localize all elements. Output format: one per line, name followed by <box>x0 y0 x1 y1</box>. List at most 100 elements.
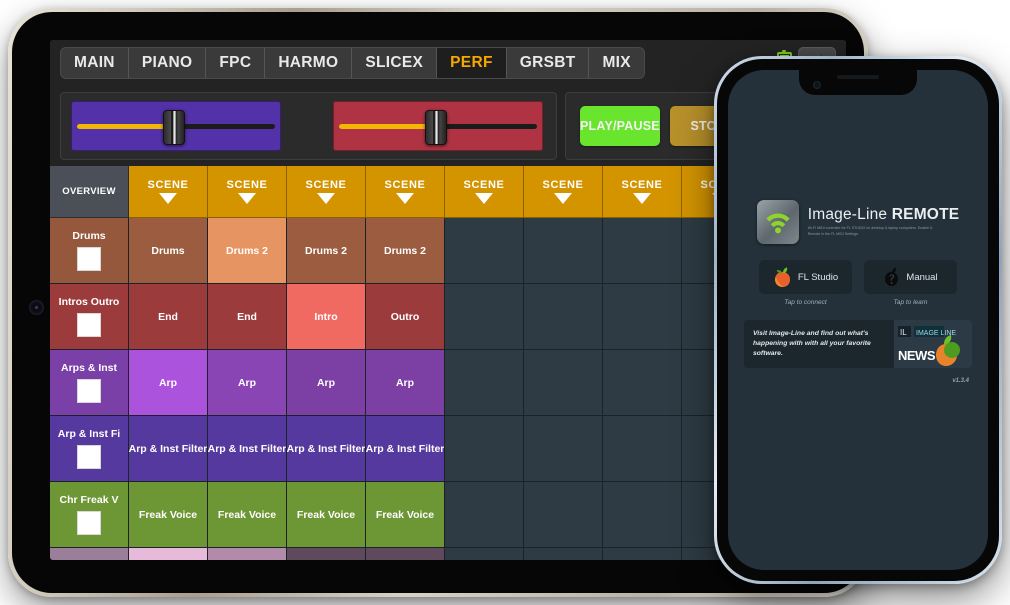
slider-purple-knob[interactable] <box>163 110 185 145</box>
clip-cell[interactable]: Arp <box>366 350 445 416</box>
clip-cell[interactable] <box>524 548 603 560</box>
scene-header-label: SCENE <box>621 179 663 191</box>
track-mute-checkbox[interactable] <box>77 379 101 403</box>
clip-cell[interactable]: Freak Voice <box>366 482 445 548</box>
scene-header-1[interactable]: SCENE <box>129 166 208 218</box>
clip-cell[interactable] <box>445 482 524 548</box>
scene-header-label: SCENE <box>305 179 347 191</box>
clip-cell[interactable] <box>129 548 208 560</box>
clip-cell[interactable] <box>287 548 366 560</box>
clip-cell[interactable]: Arp & Inst Filter <box>287 416 366 482</box>
clip-cell[interactable]: Drums 2 <box>366 218 445 284</box>
clip-cell[interactable]: Drums 2 <box>287 218 366 284</box>
tab-main[interactable]: MAIN <box>61 48 129 78</box>
clip-cell[interactable]: Intro <box>287 284 366 350</box>
track-mute-checkbox[interactable] <box>77 511 101 535</box>
brand-title-bold: REMOTE <box>891 205 960 223</box>
clip-cell[interactable]: Drums <box>129 218 208 284</box>
clip-cell[interactable] <box>603 218 682 284</box>
clip-cell[interactable]: Arp <box>208 350 287 416</box>
clip-cell[interactable]: End <box>208 284 287 350</box>
clip-cell[interactable] <box>603 482 682 548</box>
chevron-down-icon <box>317 193 335 204</box>
chevron-down-icon <box>159 193 177 204</box>
clip-cell[interactable] <box>445 284 524 350</box>
scene-header-6[interactable]: SCENE <box>524 166 603 218</box>
chevron-down-icon <box>396 193 414 204</box>
clip-cell[interactable]: Arp & Inst Filter <box>208 416 287 482</box>
clip-cell[interactable] <box>524 284 603 350</box>
clip-cell[interactable] <box>524 482 603 548</box>
manual-tile[interactable]: Manual <box>864 260 957 294</box>
clip-cell[interactable] <box>208 548 287 560</box>
clip-cell[interactable] <box>603 284 682 350</box>
app-tiles: FL Studio Manual <box>744 260 972 294</box>
clip-cell[interactable]: Arp <box>129 350 208 416</box>
track-mute-checkbox[interactable] <box>77 313 101 337</box>
clip-cell[interactable] <box>445 350 524 416</box>
fl-studio-tile-label: FL Studio <box>797 271 839 283</box>
news-banner[interactable]: Visit Image-Line and find out what's hap… <box>744 320 972 368</box>
track-header-3[interactable]: Arp & Inst Fi <box>50 416 129 482</box>
clip-cell[interactable] <box>445 416 524 482</box>
clip-cell[interactable]: Freak Voice <box>208 482 287 548</box>
clip-cell[interactable] <box>524 218 603 284</box>
clip-cell[interactable]: Drums 2 <box>208 218 287 284</box>
track-header-2[interactable]: Arps & Inst <box>50 350 129 416</box>
clip-cell[interactable] <box>524 416 603 482</box>
tab-slicex[interactable]: SLICEX <box>352 48 438 78</box>
speaker-grille-icon <box>837 75 879 79</box>
track-header-1[interactable]: Intros Outro <box>50 284 129 350</box>
scene-header-label: SCENE <box>463 179 505 191</box>
clip-cell[interactable] <box>445 548 524 560</box>
version-label: v1.3.4 <box>952 378 969 384</box>
track-header-5[interactable]: Phat Bass <box>50 548 129 560</box>
brand-text: Image-Line REMOTE Wi-Fi MIDI controller … <box>808 205 960 237</box>
slider-red[interactable] <box>333 101 543 151</box>
phone-screen: Image-Line REMOTE Wi-Fi MIDI controller … <box>728 70 988 570</box>
clip-cell[interactable]: End <box>129 284 208 350</box>
tab-mix[interactable]: MIX <box>589 48 643 78</box>
tab-perf[interactable]: PERF <box>437 48 507 78</box>
clip-cell[interactable] <box>445 218 524 284</box>
clip-cell[interactable]: Arp & Inst Filter <box>366 416 445 482</box>
tab-harmo[interactable]: HARMO <box>265 48 353 78</box>
clip-cell[interactable]: Freak Voice <box>129 482 208 548</box>
track-mute-checkbox[interactable] <box>77 445 101 469</box>
clip-cell[interactable]: Arp <box>287 350 366 416</box>
tab-piano[interactable]: PIANO <box>129 48 207 78</box>
wifi-cube-logo-icon <box>756 200 799 244</box>
scene-header-4[interactable]: SCENE <box>366 166 445 218</box>
overview-button[interactable]: OVERVIEW <box>50 166 129 218</box>
clip-cell[interactable]: Outro <box>366 284 445 350</box>
slider-purple[interactable] <box>71 101 281 151</box>
scene-header-label: SCENE <box>384 179 426 191</box>
tab-grsbt[interactable]: GRSBT <box>507 48 590 78</box>
phone-notch <box>799 70 917 95</box>
news-banner-logo: IL IMAGE LINE NEWS <box>894 320 972 368</box>
clip-cell[interactable]: Freak Voice <box>287 482 366 548</box>
slider-red-knob[interactable] <box>425 110 447 145</box>
track-header-0[interactable]: Drums <box>50 218 129 284</box>
clip-cell[interactable]: Arp & Inst Filter <box>129 416 208 482</box>
play-pause-button[interactable]: PLAY/PAUSE <box>580 106 660 146</box>
phone-device: Image-Line REMOTE Wi-Fi MIDI controller … <box>714 56 1002 584</box>
il-remote-app: Image-Line REMOTE Wi-Fi MIDI controller … <box>728 200 988 384</box>
clip-cell[interactable] <box>603 416 682 482</box>
scene-header-7[interactable]: SCENE <box>603 166 682 218</box>
scene-header-2[interactable]: SCENE <box>208 166 287 218</box>
front-camera-icon <box>813 81 821 89</box>
news-logo-label: NEWS <box>898 348 936 363</box>
slider-purple-fill <box>77 124 170 129</box>
clip-cell[interactable] <box>603 548 682 560</box>
clip-cell[interactable] <box>366 548 445 560</box>
tab-fpc[interactable]: FPC <box>206 48 266 78</box>
track-mute-checkbox[interactable] <box>77 247 101 271</box>
scene-header-3[interactable]: SCENE <box>287 166 366 218</box>
clip-cell[interactable] <box>603 350 682 416</box>
fl-studio-tile[interactable]: FL Studio <box>759 260 852 294</box>
chevron-down-icon <box>633 193 651 204</box>
clip-cell[interactable] <box>524 350 603 416</box>
track-header-4[interactable]: Chr Freak V <box>50 482 129 548</box>
scene-header-5[interactable]: SCENE <box>445 166 524 218</box>
